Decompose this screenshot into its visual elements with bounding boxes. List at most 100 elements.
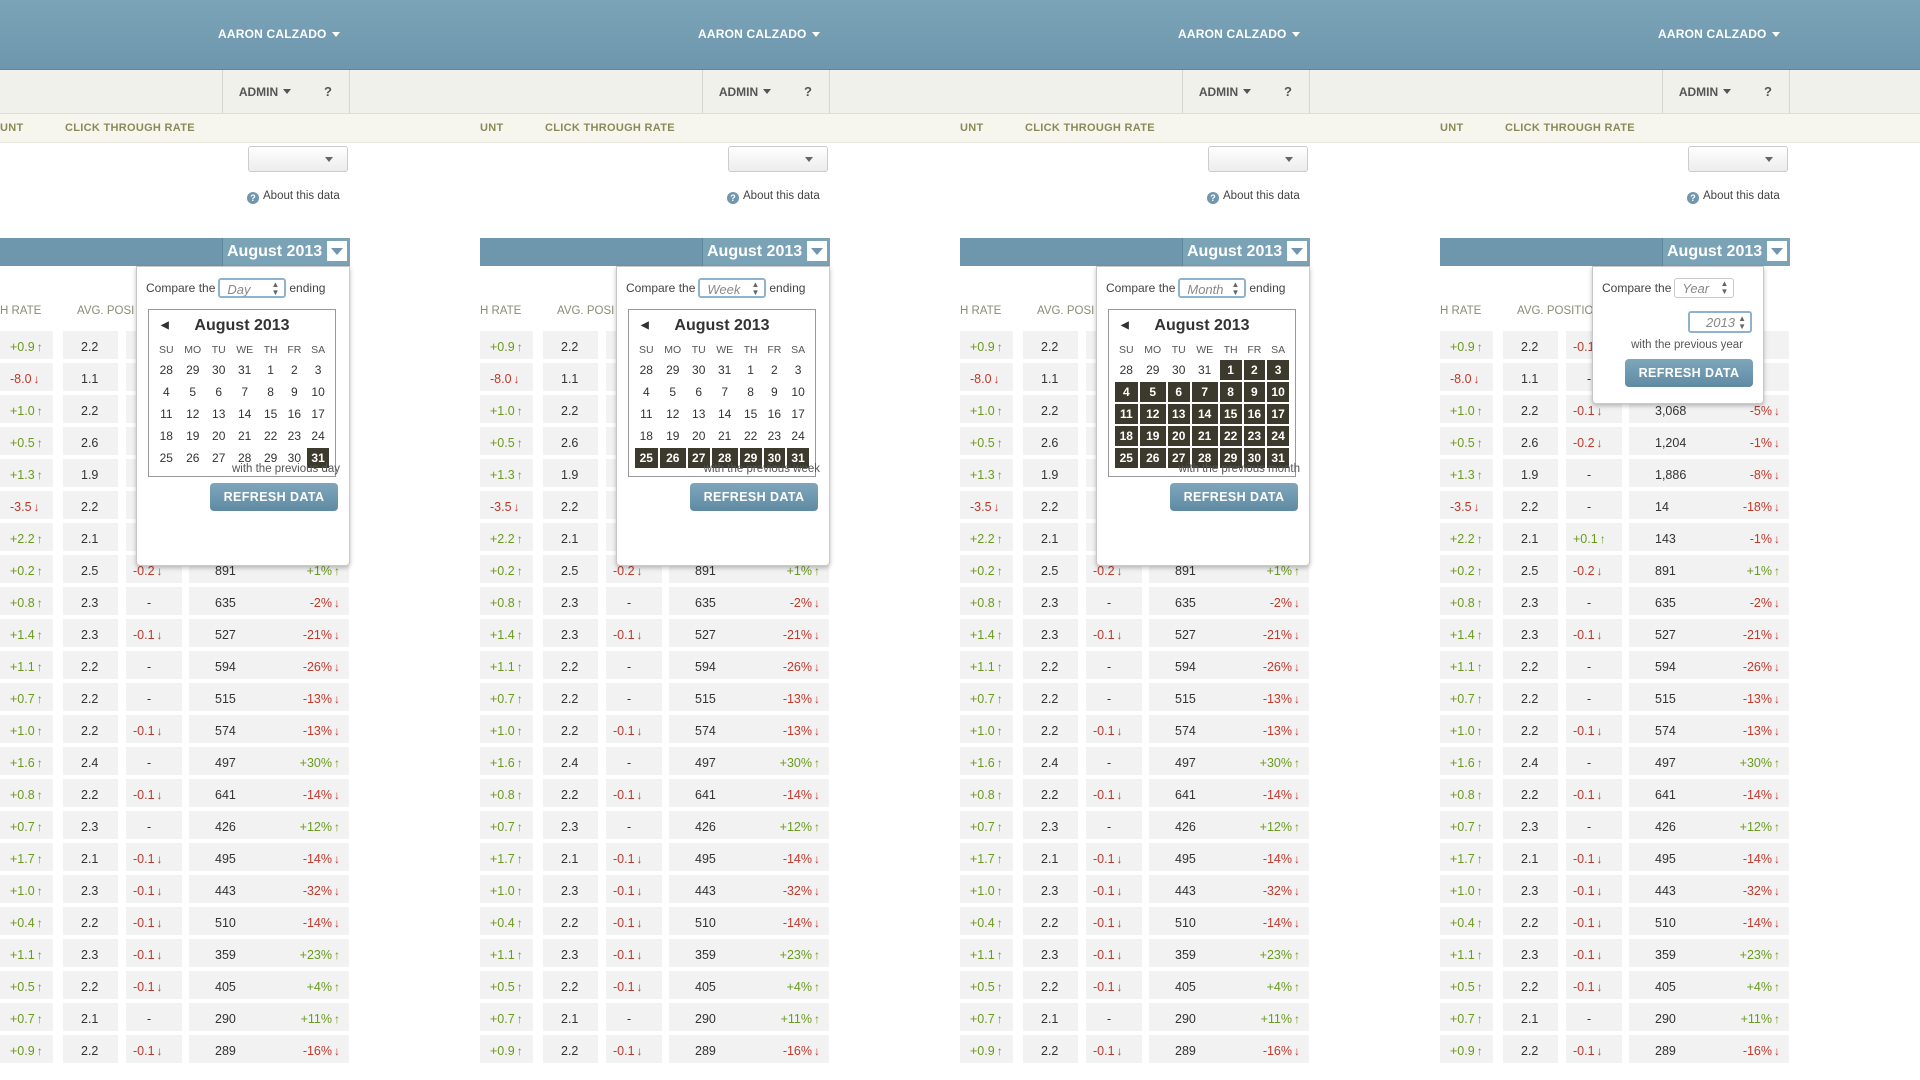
calendar-day[interactable]: 19 xyxy=(1139,426,1166,446)
calendar-day[interactable]: 17 xyxy=(1267,404,1289,424)
month-picker-toggle[interactable]: August 2013 xyxy=(222,238,350,266)
calendar-day[interactable]: 20 xyxy=(208,426,230,446)
calendar-day[interactable]: 23 xyxy=(1243,426,1266,446)
calendar-day[interactable]: 13 xyxy=(208,404,230,424)
admin-menu-button[interactable]: ADMIN xyxy=(1662,70,1748,113)
calendar-day[interactable]: 12 xyxy=(660,404,686,424)
column-count[interactable]: UNT xyxy=(960,122,984,134)
calendar-day[interactable]: 19 xyxy=(180,426,206,446)
calendar-day[interactable]: 9 xyxy=(1243,382,1266,402)
calendar-day[interactable]: 25 xyxy=(635,448,658,468)
calendar-day[interactable]: 9 xyxy=(284,382,306,402)
calendar-day[interactable]: 11 xyxy=(155,404,178,424)
calendar-day[interactable]: 7 xyxy=(1191,382,1218,402)
calendar-day[interactable]: 13 xyxy=(1167,404,1190,424)
about-data-link[interactable]: ? About this data xyxy=(727,190,820,204)
calendar-day[interactable]: 13 xyxy=(688,404,710,424)
calendar-day[interactable]: 21 xyxy=(232,426,258,446)
month-picker-toggle[interactable]: August 2013 xyxy=(1182,238,1310,266)
calendar-day[interactable]: 5 xyxy=(180,382,206,402)
help-button[interactable]: ? xyxy=(787,70,830,113)
calendar-day[interactable]: 26 xyxy=(1139,448,1166,468)
calendar-day[interactable]: 10 xyxy=(787,382,809,402)
prev-month-icon[interactable]: ◀ xyxy=(1121,314,1129,338)
help-button[interactable]: ? xyxy=(1747,70,1790,113)
calendar-day[interactable]: 31 xyxy=(712,360,738,380)
calendar-day[interactable]: 2 xyxy=(1243,360,1266,380)
calendar-day[interactable]: 18 xyxy=(1115,426,1138,446)
column-ctr[interactable]: CLICK THROUGH RATE xyxy=(1025,122,1155,134)
calendar-day[interactable]: 7 xyxy=(232,382,258,402)
calendar-day[interactable]: 15 xyxy=(260,404,282,424)
calendar-day[interactable]: 27 xyxy=(208,448,230,468)
calendar-day[interactable]: 17 xyxy=(787,404,809,424)
column-count[interactable]: UNT xyxy=(0,122,24,134)
calendar-day[interactable]: 2 xyxy=(764,360,786,380)
period-select[interactable]: Day ▲ ▼ xyxy=(218,278,287,298)
calendar-day[interactable]: 21 xyxy=(1191,426,1218,446)
calendar-day[interactable]: 3 xyxy=(1267,360,1289,380)
admin-menu-button[interactable]: ADMIN xyxy=(222,70,308,113)
calendar-day[interactable]: 28 xyxy=(155,360,178,380)
calendar-day[interactable]: 17 xyxy=(307,404,329,424)
about-data-link[interactable]: ? About this data xyxy=(1207,190,1300,204)
calendar-day[interactable]: 1 xyxy=(740,360,762,380)
calendar-day[interactable]: 3 xyxy=(307,360,329,380)
column-ctr[interactable]: CLICK THROUGH RATE xyxy=(65,122,195,134)
calendar-day[interactable]: 25 xyxy=(1115,448,1138,468)
filter-select[interactable] xyxy=(248,146,348,172)
user-menu[interactable]: AARON CALZADO xyxy=(698,27,820,41)
help-button[interactable]: ? xyxy=(1267,70,1310,113)
calendar-day[interactable]: 21 xyxy=(712,426,738,446)
calendar-day[interactable]: 6 xyxy=(208,382,230,402)
month-picker-toggle[interactable]: August 2013 xyxy=(1662,238,1790,266)
filter-select[interactable] xyxy=(1688,146,1788,172)
calendar-day[interactable]: 5 xyxy=(1139,382,1166,402)
calendar-day[interactable]: 24 xyxy=(1267,426,1289,446)
refresh-data-button[interactable]: REFRESH DATA xyxy=(690,483,818,511)
calendar-day[interactable]: 30 xyxy=(208,360,230,380)
calendar-day[interactable]: 8 xyxy=(260,382,282,402)
column-count[interactable]: UNT xyxy=(480,122,504,134)
period-select[interactable]: Week ▲ ▼ xyxy=(698,278,767,298)
calendar-day[interactable]: 4 xyxy=(1115,382,1138,402)
calendar-day[interactable]: 30 xyxy=(688,360,710,380)
calendar-day[interactable]: 14 xyxy=(1191,404,1218,424)
calendar-day[interactable]: 16 xyxy=(1243,404,1266,424)
admin-menu-button[interactable]: ADMIN xyxy=(1182,70,1268,113)
calendar-day[interactable]: 24 xyxy=(787,426,809,446)
about-data-link[interactable]: ? About this data xyxy=(247,190,340,204)
calendar-day[interactable]: 20 xyxy=(1167,426,1190,446)
calendar-day[interactable]: 26 xyxy=(659,448,686,468)
calendar-day[interactable]: 26 xyxy=(180,448,206,468)
month-picker-toggle[interactable]: August 2013 xyxy=(702,238,830,266)
about-data-link[interactable]: ? About this data xyxy=(1687,190,1780,204)
prev-month-icon[interactable]: ◀ xyxy=(161,314,169,338)
calendar-day[interactable]: 12 xyxy=(1139,404,1166,424)
filter-select[interactable] xyxy=(728,146,828,172)
filter-select[interactable] xyxy=(1208,146,1308,172)
calendar-day[interactable]: 23 xyxy=(284,426,306,446)
calendar-day[interactable]: 3 xyxy=(787,360,809,380)
refresh-data-button[interactable]: REFRESH DATA xyxy=(1625,359,1753,387)
calendar-day[interactable]: 4 xyxy=(635,382,658,402)
period-select[interactable]: Year ▲ ▼ xyxy=(1674,278,1735,298)
calendar-day[interactable]: 22 xyxy=(1219,426,1242,446)
prev-month-icon[interactable]: ◀ xyxy=(641,314,649,338)
help-button[interactable]: ? xyxy=(307,70,350,113)
calendar-day[interactable]: 18 xyxy=(635,426,658,446)
calendar-day[interactable]: 2 xyxy=(284,360,306,380)
calendar-day[interactable]: 1 xyxy=(1219,360,1242,380)
calendar-day[interactable]: 29 xyxy=(660,360,686,380)
calendar-day[interactable]: 25 xyxy=(155,448,178,468)
calendar-day[interactable]: 16 xyxy=(764,404,786,424)
calendar-day[interactable]: 18 xyxy=(155,426,178,446)
calendar-day[interactable]: 31 xyxy=(232,360,258,380)
calendar-day[interactable]: 11 xyxy=(1115,404,1138,424)
period-select[interactable]: Month ▲ ▼ xyxy=(1178,278,1247,298)
calendar-day[interactable]: 9 xyxy=(764,382,786,402)
refresh-data-button[interactable]: REFRESH DATA xyxy=(210,483,338,511)
calendar-day[interactable]: 15 xyxy=(740,404,762,424)
user-menu[interactable]: AARON CALZADO xyxy=(218,27,340,41)
user-menu[interactable]: AARON CALZADO xyxy=(1178,27,1300,41)
